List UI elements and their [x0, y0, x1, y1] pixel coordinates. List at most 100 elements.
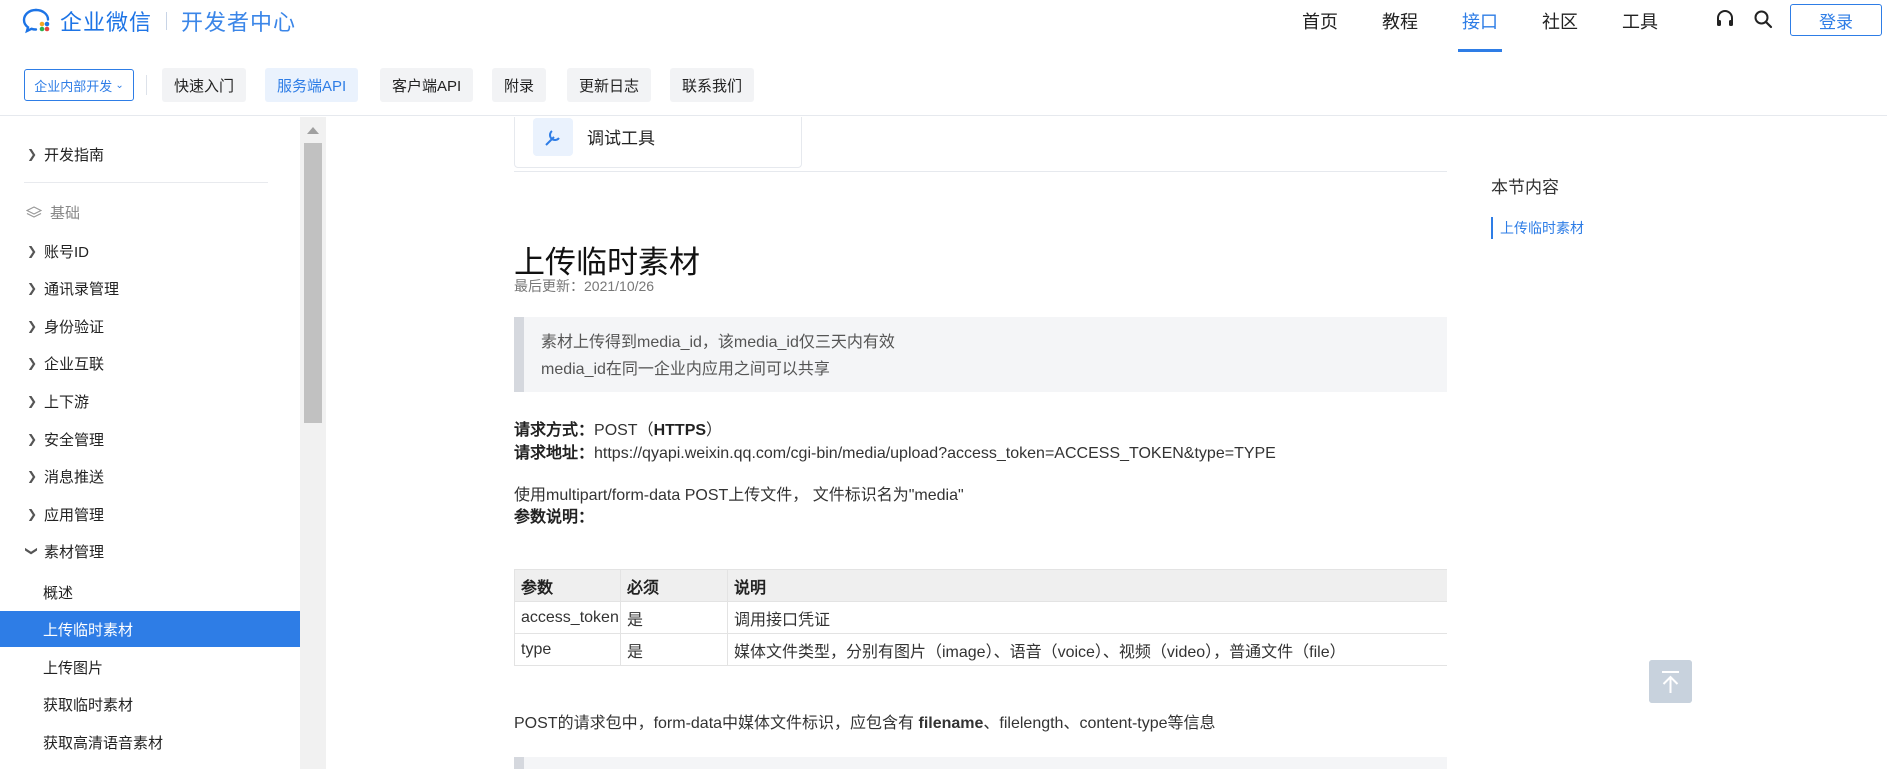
- layers-icon: [26, 205, 42, 218]
- sidebar-item-label: 企业互联: [44, 355, 105, 373]
- search-icon[interactable]: [1752, 8, 1774, 30]
- table-cell: type: [514, 633, 621, 666]
- sidebar-subitem-upload-temp-media[interactable]: 上传临时素材: [0, 611, 300, 647]
- request-url: 请求地址：https://qyapi.weixin.qq.com/cgi-bin…: [514, 439, 1276, 463]
- sidebar-scrollbar[interactable]: [300, 117, 326, 769]
- tab-quickstart[interactable]: 快速入门: [162, 68, 247, 102]
- table-header: 必须: [620, 569, 728, 602]
- sidebar-item-upstream-downstream[interactable]: ❯ 上下游: [0, 383, 300, 419]
- sidebar-subitem-overview[interactable]: 概述: [0, 574, 300, 610]
- note-line: media_id在同一企业内应用之间可以共享: [541, 361, 830, 378]
- dev-scope-label: 企业内部开发: [34, 78, 113, 94]
- brand[interactable]: 企业微信 开发者中心: [22, 4, 296, 38]
- request-method: 请求方式：POST（HTTPS）: [514, 416, 722, 440]
- sub-nav: 企业内部开发 ⌄ 快速入门 服务端API 客户端API 附录 更新日志 联系我们: [0, 52, 1887, 116]
- table-cell: 调用接口凭证: [727, 601, 1447, 634]
- chevron-right-icon: ❯: [26, 244, 38, 258]
- toc-title: 本节内容: [1491, 178, 1559, 197]
- tab-appendix[interactable]: 附录: [492, 68, 547, 102]
- chevron-right-icon: ❯: [26, 394, 38, 408]
- toc-item-upload-temp-media[interactable]: 上传临时素材: [1491, 217, 1584, 239]
- debug-tool-icon: [533, 118, 573, 156]
- note-block: 素材上传得到media_id，该media_id仅三天内有效 media_id在…: [514, 317, 1447, 392]
- sidebar-subitem-get-temp-media[interactable]: 获取临时素材: [0, 686, 300, 722]
- sidebar-item-label: 素材管理: [44, 543, 105, 561]
- code-block: [514, 757, 1447, 769]
- top-header: 企业微信 开发者中心 首页 教程 接口 社区 工具 登录: [0, 0, 1887, 52]
- table-cell: 是: [620, 601, 728, 634]
- post-desc-filename: filename: [918, 715, 984, 732]
- brand-separator: [166, 12, 168, 30]
- brand-name: 企业微信: [60, 10, 153, 35]
- main-content: 调试工具 上传临时素材 最后更新：2021/10/26 素材上传得到media_…: [327, 117, 1447, 769]
- sidebar-item-label: 通讯录管理: [44, 280, 120, 298]
- sidebar-item-label: 上下游: [44, 393, 90, 411]
- sidebar-item-dev-guide[interactable]: ❯ 开发指南: [0, 136, 300, 172]
- sidebar-item-label: 应用管理: [44, 506, 105, 524]
- sidebar-item-account-id[interactable]: ❯ 账号ID: [0, 233, 300, 269]
- login-button[interactable]: 登录: [1790, 4, 1882, 36]
- topnav-api[interactable]: 接口: [1440, 0, 1520, 52]
- brand-subtitle: 开发者中心: [181, 10, 297, 35]
- topnav-home[interactable]: 首页: [1280, 0, 1360, 52]
- scrollbar-thumb[interactable]: [304, 143, 322, 423]
- subnav-divider: [146, 75, 147, 95]
- request-url-value[interactable]: https://qyapi.weixin.qq.com/cgi-bin/medi…: [594, 445, 1276, 462]
- tab-contact[interactable]: 联系我们: [670, 68, 755, 102]
- sidebar-group-label: 基础: [50, 205, 81, 222]
- table-row: type 是 媒体文件类型，分别有图片（image）、语音（voice）、视频（…: [514, 633, 1447, 666]
- tab-server-api[interactable]: 服务端API: [265, 68, 359, 102]
- section-divider: [514, 171, 1447, 172]
- table-cell: 是: [620, 633, 728, 666]
- chevron-right-icon: ❯: [26, 356, 38, 370]
- request-method-prefix: POST（: [594, 422, 654, 439]
- tab-changelog[interactable]: 更新日志: [567, 68, 652, 102]
- request-method-protocol: HTTPS: [653, 422, 707, 439]
- request-method-label: 请求方式：: [514, 422, 595, 439]
- table-header: 参数: [514, 569, 621, 602]
- top-nav: 首页 教程 接口 社区 工具: [1280, 0, 1680, 52]
- topnav-tutorial[interactable]: 教程: [1360, 0, 1440, 52]
- chevron-right-icon: ❯: [26, 507, 38, 521]
- post-desc-suffix: 、filelength、content-type等信息: [983, 715, 1216, 732]
- sidebar-divider: [24, 182, 268, 183]
- sidebar-item-label: 账号ID: [44, 243, 90, 261]
- topnav-community[interactable]: 社区: [1520, 0, 1600, 52]
- table-row: access_token 是 调用接口凭证: [514, 601, 1447, 634]
- sidebar-group-basics: 基础: [26, 202, 80, 223]
- sidebar-item-interconnect[interactable]: ❯ 企业互联: [0, 345, 300, 381]
- back-to-top-icon[interactable]: [1649, 660, 1692, 703]
- headset-icon[interactable]: [1714, 8, 1736, 30]
- upload-description: 使用multipart/form-data POST上传文件， 文件标识名为"m…: [514, 487, 964, 504]
- sidebar-item-app-management[interactable]: ❯ 应用管理: [0, 496, 300, 532]
- sidebar-item-label: 开发指南: [44, 146, 105, 164]
- sidebar-item-security[interactable]: ❯ 安全管理: [0, 421, 300, 457]
- sidebar-item-label: 消息推送: [44, 468, 105, 486]
- last-updated: 最后更新：2021/10/26: [514, 278, 655, 294]
- table-header-row: 参数 必须 说明: [514, 569, 1447, 602]
- chevron-right-icon: ❯: [26, 281, 38, 295]
- params-heading: 参数说明：: [514, 509, 595, 526]
- wecom-logo-icon: [22, 8, 50, 34]
- sidebar-item-media-management[interactable]: ❯ 素材管理: [0, 533, 300, 569]
- chevron-down-icon: ⌄: [115, 79, 124, 91]
- debug-tool-card[interactable]: 调试工具: [514, 117, 802, 168]
- request-method-suffix: ）: [706, 422, 723, 439]
- sidebar-item-messaging[interactable]: ❯ 消息推送: [0, 458, 300, 494]
- tab-client-api[interactable]: 客户端API: [380, 68, 474, 102]
- sidebar-item-auth[interactable]: ❯ 身份验证: [0, 308, 300, 344]
- dev-scope-select[interactable]: 企业内部开发 ⌄: [24, 69, 134, 101]
- sidebar-subitem-get-hd-voice[interactable]: 获取高清语音素材: [0, 724, 300, 760]
- topnav-tools[interactable]: 工具: [1600, 0, 1680, 52]
- post-desc-prefix: POST的请求包中，form-data中媒体文件标识，应包含有: [514, 715, 919, 732]
- table-cell: 媒体文件类型，分别有图片（image）、语音（voice）、视频（video），…: [727, 633, 1447, 666]
- note-line: 素材上传得到media_id，该media_id仅三天内有效: [541, 334, 895, 351]
- debug-tool-label: 调试工具: [587, 129, 655, 148]
- sidebar-item-contacts[interactable]: ❯ 通讯录管理: [0, 270, 300, 306]
- table-cell: access_token: [514, 601, 621, 634]
- chevron-right-icon: ❯: [26, 319, 38, 333]
- params-table: 参数 必须 说明 access_token 是 调用接口凭证 type 是 媒体…: [514, 569, 1447, 666]
- sidebar-subitem-upload-image[interactable]: 上传图片: [0, 649, 300, 685]
- scroll-up-arrow-icon[interactable]: [307, 127, 319, 134]
- sidebar-item-label: 身份验证: [44, 318, 105, 336]
